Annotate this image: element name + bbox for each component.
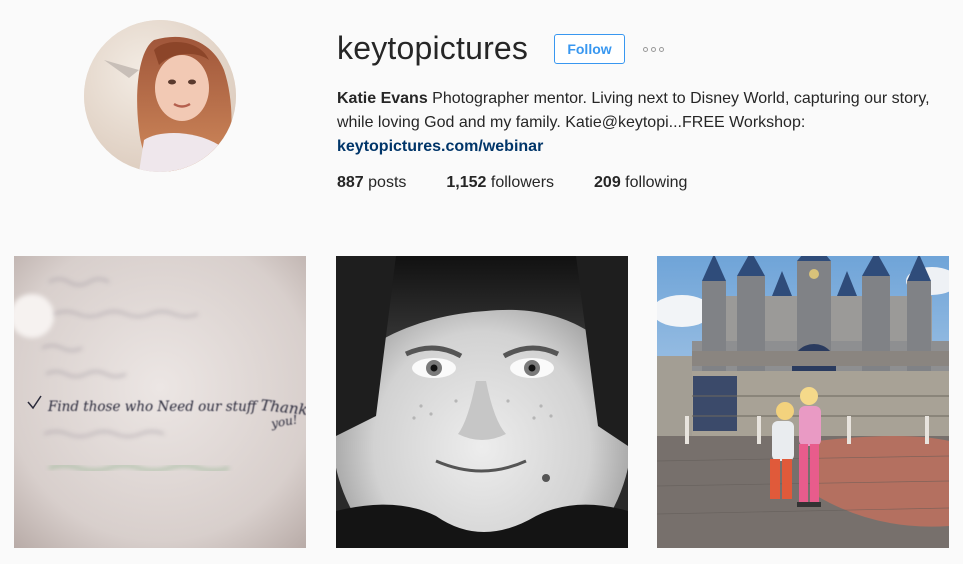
- profile-page: keytopictures Follow Katie Evans Photogr…: [0, 0, 963, 564]
- profile-full-name: Katie Evans: [337, 90, 428, 107]
- followers-count[interactable]: 1,152 followers: [446, 172, 554, 194]
- more-options-button[interactable]: [638, 40, 668, 58]
- profile-stats: 887 posts 1,152 followers 209 following: [337, 172, 727, 194]
- more-options-icon: [642, 46, 648, 52]
- posts-count: 887 posts: [337, 172, 406, 194]
- more-options-icon: [650, 46, 656, 52]
- profile-avatar[interactable]: [84, 20, 236, 172]
- following-count[interactable]: 209 following: [594, 172, 687, 194]
- posts-number: 887: [337, 174, 364, 191]
- post-thumbnail[interactable]: [336, 256, 628, 548]
- following-label: following: [620, 174, 688, 191]
- profile-website-link[interactable]: keytopictures.com/webinar: [337, 135, 543, 159]
- followers-label: followers: [486, 174, 555, 191]
- posts-label: posts: [363, 174, 407, 191]
- more-options-icon: [658, 46, 664, 52]
- post-thumbnail[interactable]: [657, 256, 949, 548]
- post-image-portrait: [336, 256, 628, 548]
- profile-username: keytopictures: [337, 30, 529, 66]
- profile-bio: Katie Evans Photographer mentor. Living …: [337, 87, 957, 159]
- post-image-note: Find those who Need our stuff Thank you!: [14, 256, 306, 548]
- following-number: 209: [594, 174, 621, 191]
- avatar-image: [84, 20, 236, 172]
- post-thumbnail[interactable]: Find those who Need our stuff Thank you!: [14, 256, 306, 548]
- note-line-1: Find those who Need our stuff: [47, 399, 259, 415]
- follow-button[interactable]: Follow: [554, 34, 625, 64]
- post-image-castle: [657, 256, 949, 548]
- followers-number: 1,152: [446, 174, 487, 191]
